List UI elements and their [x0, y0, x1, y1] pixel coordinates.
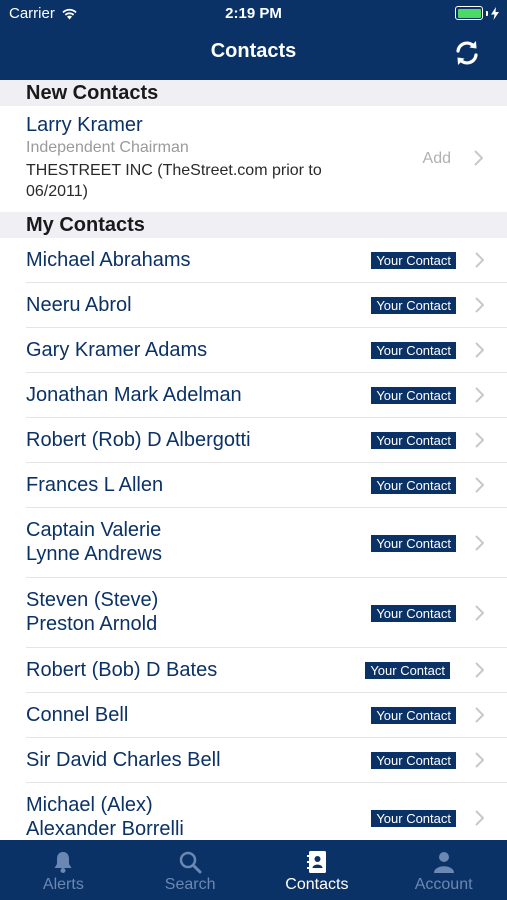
tab-account[interactable]: Account: [380, 840, 507, 900]
contacts-list[interactable]: New Contacts Larry Kramer Independent Ch…: [0, 80, 507, 840]
tab-search[interactable]: Search: [127, 840, 254, 900]
contact-row[interactable]: Connel Bell Your Contact: [26, 693, 507, 738]
contact-name: Gary Kramer Adams: [26, 339, 208, 361]
chevron-right-icon: [475, 810, 484, 826]
contact-row[interactable]: Neeru Abrol Your Contact: [26, 283, 507, 328]
contact-row[interactable]: Steven (Steve) Preston Arnold Your Contac…: [26, 578, 507, 648]
contact-name: Michael (Alex) Alexander Borrelli: [26, 794, 184, 840]
page-title: Contacts: [210, 40, 297, 62]
your-contact-badge: Your Contact: [371, 432, 456, 449]
contact-row[interactable]: Jonathan Mark Adelman Your Contact: [26, 373, 507, 418]
top-bar: Carrier 2:19 PM Contacts: [0, 0, 507, 80]
battery-icon: [455, 6, 483, 20]
chevron-right-icon: [475, 605, 484, 621]
contact-name: Neeru Abrol: [26, 294, 132, 316]
your-contact-badge: Your Contact: [371, 297, 456, 314]
chevron-right-icon: [475, 535, 484, 551]
your-contact-badge: Your Contact: [371, 477, 456, 494]
contact-row[interactable]: Sir David Charles Bell Your Contact: [26, 738, 507, 783]
person-icon: [433, 852, 454, 873]
search-icon: [179, 851, 202, 874]
chevron-right-icon: [475, 477, 484, 493]
contact-name: Jonathan Mark Adelman: [26, 384, 242, 406]
charging-bolt-icon: [491, 6, 499, 20]
contact-row[interactable]: Frances L Allen Your Contact: [26, 463, 507, 508]
your-contact-badge: Your Contact: [371, 535, 456, 552]
contact-name: Michael Abrahams: [26, 249, 191, 271]
contact-name: Captain Valerie Lynne Andrews: [26, 519, 163, 565]
contact-row[interactable]: Robert (Bob) D Bates Your Contact: [26, 648, 507, 693]
new-contact-row[interactable]: Larry Kramer Independent Chairman THESTR…: [0, 106, 507, 212]
your-contact-badge: Your Contact: [365, 662, 450, 679]
add-button[interactable]: Add: [423, 150, 451, 168]
tab-label: Account: [414, 876, 473, 893]
your-contact-badge: Your Contact: [371, 707, 456, 724]
contact-name: Sir David Charles Bell: [26, 749, 221, 771]
chevron-right-icon: [475, 432, 484, 448]
your-contact-badge: Your Contact: [371, 605, 456, 622]
contact-row[interactable]: Michael Abrahams Your Contact: [26, 238, 507, 283]
chevron-right-icon: [475, 707, 484, 723]
contact-company: THESTREET INC (TheStreet.com prior to 06…: [26, 162, 322, 200]
contact-name: Frances L Allen: [26, 474, 164, 496]
contact-row[interactable]: Captain Valerie Lynne Andrews Your Contac…: [26, 508, 507, 578]
your-contact-badge: Your Contact: [371, 342, 456, 359]
your-contact-badge: Your Contact: [371, 252, 456, 269]
chevron-right-icon: [475, 252, 484, 268]
status-bar: Carrier 2:19 PM: [0, 0, 507, 28]
contact-row[interactable]: Robert (Rob) D Albergotti Your Contact: [26, 418, 507, 463]
your-contact-badge: Your Contact: [371, 387, 456, 404]
my-contacts-rows: Michael Abrahams Your Contact Neeru Abrol Y…: [0, 238, 507, 840]
chevron-right-icon: [475, 297, 484, 313]
contact-name: Steven (Steve) Preston Arnold: [26, 589, 159, 635]
contact-name: Robert (Bob) D Bates: [26, 659, 218, 681]
chevron-right-icon: [475, 662, 484, 678]
your-contact-badge: Your Contact: [371, 810, 456, 827]
tab-label: Contacts: [285, 876, 349, 893]
tab-label: Alerts: [42, 876, 84, 893]
contacts-book-icon: [306, 851, 326, 873]
chevron-right-icon: [474, 150, 483, 166]
tab-bar: Alerts Search Contacts Account: [0, 840, 507, 900]
tab-contacts[interactable]: Contacts: [254, 840, 381, 900]
contact-name: Robert (Rob) D Albergotti: [26, 429, 251, 451]
contact-name: Connel Bell: [26, 704, 129, 726]
chevron-right-icon: [475, 342, 484, 358]
new-contacts-header: New Contacts: [0, 80, 507, 106]
status-time: 2:19 PM: [225, 5, 282, 22]
my-contacts-header: My Contacts: [0, 212, 507, 238]
refresh-icon[interactable]: [452, 38, 482, 68]
bell-icon: [54, 852, 72, 873]
contact-name: Larry Kramer: [26, 114, 143, 136]
tab-alerts[interactable]: Alerts: [0, 840, 127, 900]
battery-indicator: [455, 6, 499, 20]
contact-row[interactable]: Michael (Alex) Alexander Borrelli Your Co…: [26, 783, 507, 840]
chevron-right-icon: [475, 387, 484, 403]
contact-row[interactable]: Gary Kramer Adams Your Contact: [26, 328, 507, 373]
tab-label: Search: [164, 876, 216, 893]
your-contact-badge: Your Contact: [371, 752, 456, 769]
chevron-right-icon: [475, 752, 484, 768]
